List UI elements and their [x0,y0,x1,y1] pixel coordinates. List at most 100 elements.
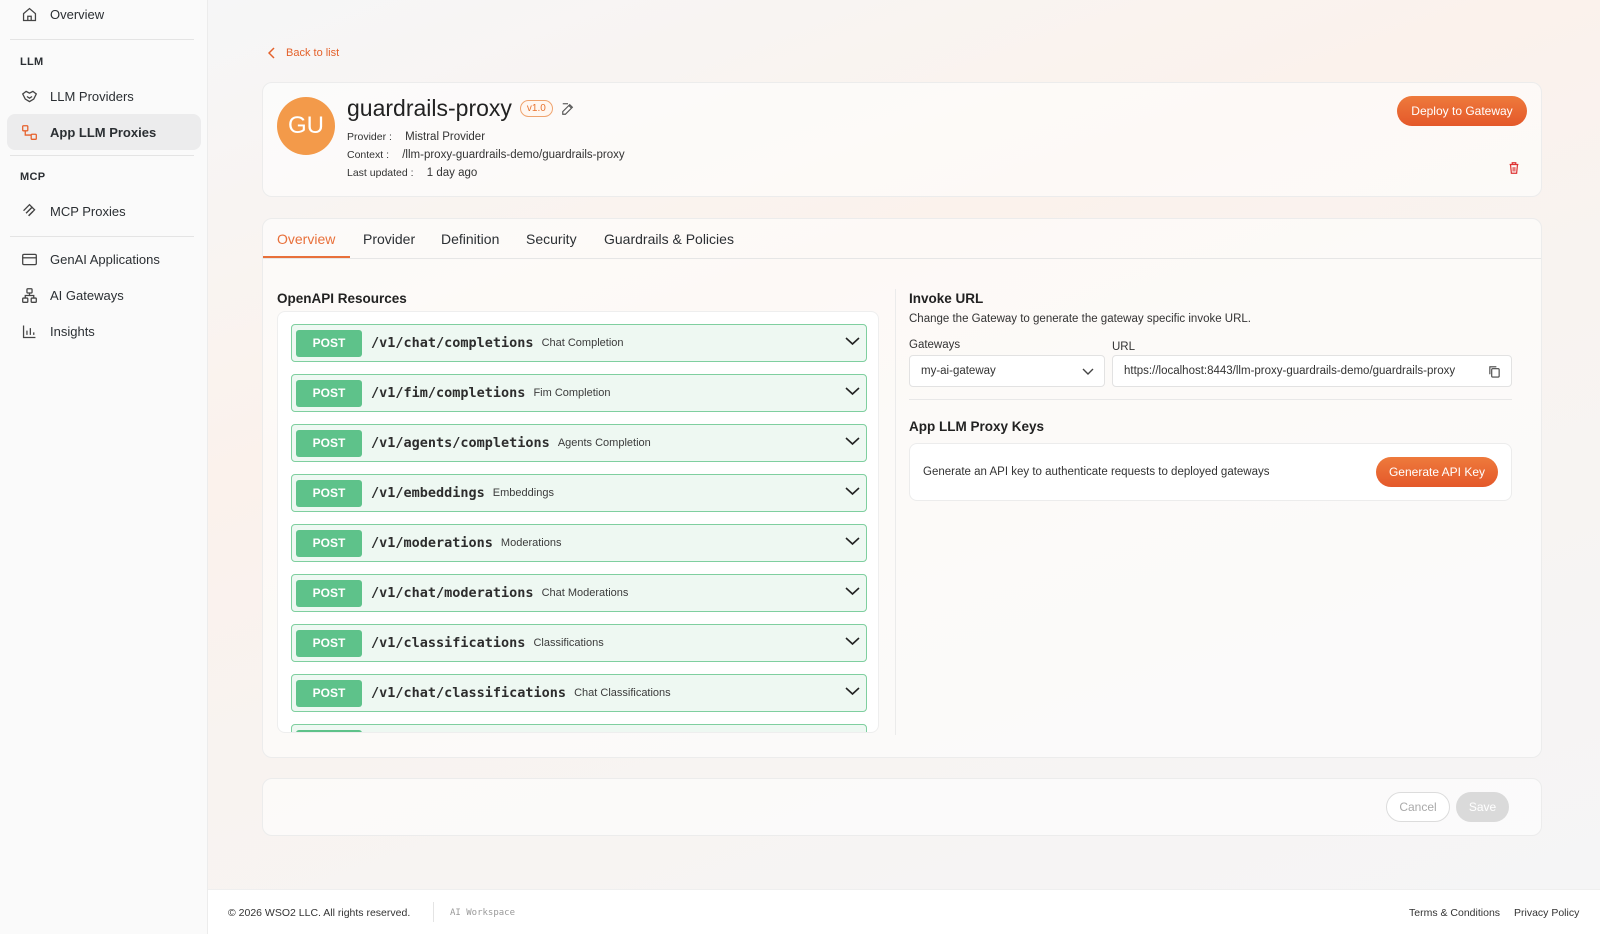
updated-label: Last updated : [347,167,414,179]
active-tab-indicator [263,256,350,258]
home-icon [20,5,38,23]
sidebar-item-overview[interactable]: Overview [7,0,201,32]
sidebar-item-genai-applications[interactable]: GenAI Applications [7,241,201,277]
resource-row[interactable]: POST/v1/moderations Moderations [291,524,867,562]
sidebar-item-label: LLM Providers [50,88,134,104]
resource-row[interactable]: POST/v1/chat/moderations Chat Moderations [291,574,867,612]
resource-row[interactable]: POST/v1/embeddings Embeddings [291,474,867,512]
method-badge: POST [296,679,362,707]
resource-summary: Moderations [500,537,562,549]
method-badge: POST [296,729,362,732]
application-icon [20,250,38,268]
network-icon [20,286,38,304]
trash-icon[interactable] [1507,161,1521,175]
tab-security[interactable]: Security [526,231,577,247]
resource-summary: Chat Moderations [541,587,629,599]
resource-path: /v1/embeddings [371,485,485,501]
handshake-icon [20,87,38,105]
resource-path: /v1/classifications [371,635,526,651]
proxy-name: guardrails-proxy [347,95,512,121]
tab-overview[interactable]: Overview [277,231,335,247]
edit-icon[interactable] [561,102,575,116]
openapi-resources-title: OpenAPI Resources [277,291,407,306]
chevron-left-icon [268,47,275,59]
resource-row[interactable]: POST/v1/filesUpload File [291,724,867,732]
resource-row[interactable]: POST/v1/classifications Classifications [291,624,867,662]
resource-summary: Chat Completion [541,337,624,349]
chevron-down-icon [845,337,860,346]
resource-summary: Chat Classifications [574,687,671,699]
tab-provider[interactable]: Provider [363,231,415,247]
save-button[interactable]: Save [1456,792,1509,822]
method-badge: POST [296,429,362,457]
sidebar-section-llm: LLM [20,56,44,68]
tab-definition[interactable]: Definition [441,231,499,247]
method-badge: POST [296,579,362,607]
version-badge: v1.0 [519,100,553,117]
resource-path: /v1/chat/moderations [371,585,534,601]
proxy-icon [20,123,38,141]
column-divider [895,289,896,735]
footer-divider [433,902,434,922]
chevron-down-icon [845,587,860,596]
resource-summary: Fim Completion [533,387,611,399]
resource-row[interactable]: POST/v1/fim/completions Fim Completion [291,374,867,412]
generate-api-key-button[interactable]: Generate API Key [1376,457,1498,487]
copyright-text: © 2026 WSO2 LLC. All rights reserved. [228,907,411,919]
invoke-url-description: Change the Gateway to generate the gatew… [909,313,1252,325]
invoke-divider [909,399,1512,400]
resource-row[interactable]: POST/v1/chat/completions Chat Completion [291,324,867,362]
tab-bar: Overview Provider Definition Security Gu… [263,219,1541,259]
sidebar: Overview LLM LLM Providers App LLM Proxi… [0,0,208,934]
footer: © 2026 WSO2 LLC. All rights reserved. AI… [208,889,1600,934]
provider-label: Provider : [347,131,392,143]
sidebar-divider [10,39,194,40]
resource-summary: Agents Completion [557,437,651,449]
chevron-down-icon [845,537,860,546]
resource-row[interactable]: POST/v1/agents/completions Agents Complet… [291,424,867,462]
provider-value: Mistral Provider [405,131,486,143]
resource-path: /v1/fim/completions [371,385,526,401]
sidebar-item-app-llm-proxies[interactable]: App LLM Proxies [7,114,201,150]
method-badge: POST [296,479,362,507]
sidebar-item-label: MCP Proxies [50,203,126,219]
resource-path: /v1/agents/completions [371,435,550,451]
invoke-url-value: https://localhost:8443/llm-proxy-guardra… [1124,365,1456,377]
chevron-down-icon [845,487,860,496]
context-meta: Context : /llm-proxy-guardrails-demo/gua… [347,149,625,161]
deploy-to-gateway-button[interactable]: Deploy to Gateway [1397,96,1527,126]
sidebar-divider [10,155,194,156]
sidebar-item-label: App LLM Proxies [50,124,157,140]
proxy-keys-title: App LLM Proxy Keys [909,419,1045,434]
main-content: Back to list GU guardrails-proxy v1.0 Pr… [208,0,1600,889]
method-badge: POST [296,529,362,557]
updated-meta: Last updated : 1 day ago [347,167,477,179]
sidebar-divider [10,236,194,237]
sidebar-item-insights[interactable]: Insights [7,313,201,349]
copy-icon[interactable] [1488,365,1501,378]
sidebar-section-mcp: MCP [20,171,46,183]
sidebar-item-label: Overview [50,6,105,22]
page-title: guardrails-proxy v1.0 [347,95,575,122]
context-value: /llm-proxy-guardrails-demo/guardrails-pr… [402,149,625,161]
invoke-url-field[interactable]: https://localhost:8443/llm-proxy-guardra… [1112,355,1512,387]
proxy-keys-box: Generate an API key to authenticate requ… [909,443,1512,501]
back-to-list-link[interactable]: Back to list [268,47,339,59]
gateway-select[interactable]: my-ai-gateway [909,355,1105,387]
privacy-link[interactable]: Privacy Policy [1514,907,1579,919]
proxy-header-card: GU guardrails-proxy v1.0 Provider : Mist… [262,82,1542,197]
sidebar-item-mcp-proxies[interactable]: MCP Proxies [7,193,201,229]
chevron-down-icon [845,637,860,646]
sidebar-item-ai-gateways[interactable]: AI Gateways [7,277,201,313]
cancel-button[interactable]: Cancel [1386,792,1450,822]
openapi-resources-list[interactable]: POST/v1/chat/completions Chat Completion P… [277,311,879,733]
terms-link[interactable]: Terms & Conditions [1409,907,1500,919]
tab-guardrails-policies[interactable]: Guardrails & Policies [604,231,734,247]
sidebar-item-llm-providers[interactable]: LLM Providers [7,78,201,114]
resource-summary: Embeddings [492,487,554,499]
chevron-down-icon [845,437,860,446]
gateways-label: Gateways [909,339,961,351]
resource-row[interactable]: POST/v1/chat/classifications Chat Classif… [291,674,867,712]
resource-path: /v1/chat/classifications [371,685,567,701]
chevron-down-icon [1082,368,1094,375]
